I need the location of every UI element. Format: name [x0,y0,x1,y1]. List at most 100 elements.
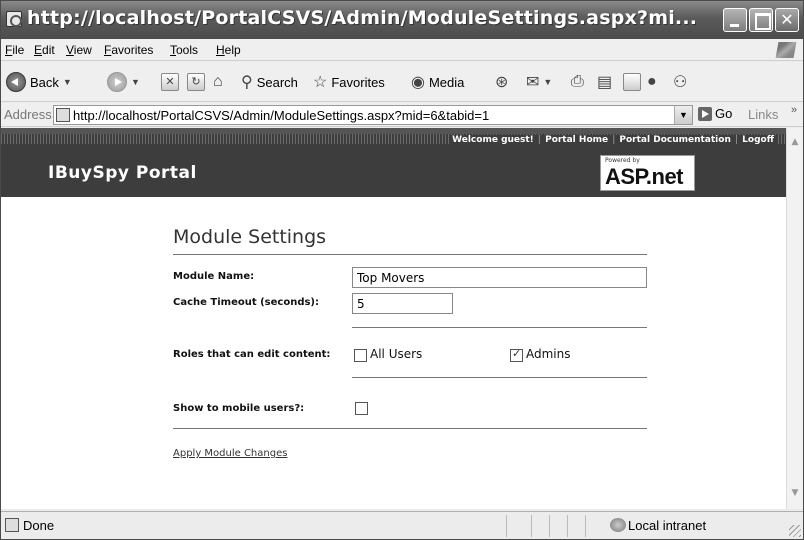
favorites-button[interactable]: ☆ Favorites [313,71,385,93]
messenger-button[interactable]: ⚇ [673,71,687,93]
go-arrow-icon [698,106,712,121]
status-divider [506,515,507,537]
print-icon: ⎙ [571,73,584,90]
forward-arrow-icon [107,72,127,92]
divider [352,377,647,378]
scroll-down-icon[interactable]: ▼ [787,485,803,501]
history-icon: ⊛ [495,74,509,91]
stop-button[interactable]: ✕ [161,71,179,93]
back-button[interactable]: Back ▼ [6,71,72,93]
address-label: Address [4,107,52,122]
media-label: Media [428,74,465,90]
links-button[interactable]: Links [748,107,778,122]
window-title: http://localhost/PortalCSVS/Admin/Module… [27,7,698,29]
address-bar: Address http://localhost/PortalCSVS/Admi… [1,103,803,127]
refresh-icon: ↻ [187,73,205,91]
all-users-checkbox[interactable] [354,349,367,362]
status-bar: Done Local intranet [1,511,803,539]
forward-dropdown-icon[interactable]: ▼ [131,77,140,87]
edit-button[interactable]: ▤ [597,71,612,93]
menu-help[interactable]: Help [216,43,241,57]
page-title: Module Settings [173,226,327,248]
media-button[interactable]: ◉ Media [411,71,464,93]
intranet-zone-icon [610,518,626,532]
media-icon: ◉ [411,74,425,91]
home-icon: ⌂ [213,73,223,90]
address-input[interactable]: http://localhost/PortalCSVS/Admin/Module… [53,105,693,125]
roles-label: Roles that can edit content: [173,349,331,360]
mobile-label: Show to mobile users?: [173,403,305,414]
links-chevron-icon[interactable]: » [791,104,797,116]
divider [173,428,647,429]
page-button[interactable] [623,71,641,93]
mobile-checkbox[interactable] [355,402,368,415]
browser-window: http://localhost/PortalCSVS/Admin/Module… [0,0,804,540]
menu-tools[interactable]: Tools [170,43,198,57]
go-button[interactable]: Go [698,106,732,121]
welcome-text: Welcome guest! [452,135,534,145]
page-icon [56,108,70,122]
admins-label[interactable]: Admins [526,347,571,361]
refresh-button[interactable]: ↻ [187,71,205,93]
history-button[interactable]: ⊛ [495,71,508,93]
portal-nav: Welcome guest! | Portal Home | Portal Docume… [450,135,776,145]
title-bar[interactable]: http://localhost/PortalCSVS/Admin/Module… [1,1,803,39]
discuss-button[interactable]: ● [647,71,657,93]
home-button[interactable]: ⌂ [213,71,223,93]
vertical-scrollbar[interactable]: ▲ ▼ [786,128,803,509]
browser-icon [6,11,22,27]
back-dropdown-icon[interactable]: ▼ [63,77,72,87]
go-label: Go [715,106,733,121]
scroll-up-icon[interactable]: ▲ [787,134,803,150]
windows-logo-icon [775,42,797,58]
asp-net-logo[interactable]: Powered by ASP.net [600,155,695,191]
mail-dropdown-icon[interactable]: ▼ [543,77,552,87]
forward-button[interactable]: ▼ [107,71,140,93]
divider [352,327,647,328]
print-button[interactable]: ⎙ [571,71,584,93]
logo-asp-text: ASP.net [605,164,684,189]
status-divider [531,515,532,537]
module-name-label: Module Name: [173,271,255,282]
back-label: Back [30,74,59,90]
all-users-label[interactable]: All Users [370,347,422,361]
maximize-button[interactable] [749,8,773,32]
close-button[interactable]: ✕ [775,8,799,32]
edit-icon: ▤ [597,74,613,91]
logo-powered-text: Powered by [605,157,640,164]
messenger-icon: ⚇ [673,74,688,91]
portal-title: IBuySpy Portal [48,163,197,183]
menu-bar: File Edit View Favorites Tools Help [1,39,803,61]
discuss-icon: ● [647,73,657,90]
back-arrow-icon [6,72,26,92]
logoff-link[interactable]: Logoff [742,135,774,145]
portal-header: Welcome guest! | Portal Home | Portal Docume… [1,128,786,197]
apply-module-changes-link[interactable]: Apply Module Changes [173,448,287,459]
mail-button[interactable]: ✉ ▼ [526,71,552,93]
mail-icon: ✉ [526,74,540,91]
portal-home-link[interactable]: Portal Home [545,135,608,145]
security-zone-text: Local intranet [628,518,707,533]
resize-grip-icon[interactable] [789,525,801,537]
menu-file[interactable]: File [5,43,24,57]
portal-documentation-link[interactable]: Portal Documentation [619,135,730,145]
minimize-button[interactable] [723,8,747,32]
status-divider [567,515,568,537]
menu-edit[interactable]: Edit [34,43,55,57]
blank-page-icon [623,73,641,91]
status-divider [549,515,550,537]
search-label: Search [256,74,298,90]
module-name-field[interactable] [352,267,647,288]
favorites-label: Favorites [331,74,385,90]
menu-view[interactable]: View [66,43,92,57]
search-icon: ⚲ [241,74,253,91]
status-text: Done [23,518,55,533]
cache-timeout-field[interactable] [352,293,453,314]
admins-checkbox[interactable] [510,347,523,362]
menu-favorites[interactable]: Favorites [104,43,153,57]
module-settings-panel: Module Settings Module Name: Cache Timeo… [173,226,647,459]
address-url[interactable]: http://localhost/PortalCSVS/Admin/Module… [73,108,489,123]
address-dropdown-icon[interactable]: ▼ [674,106,692,124]
cache-timeout-label: Cache Timeout (seconds): [173,297,320,308]
search-button[interactable]: ⚲ Search [241,71,298,93]
